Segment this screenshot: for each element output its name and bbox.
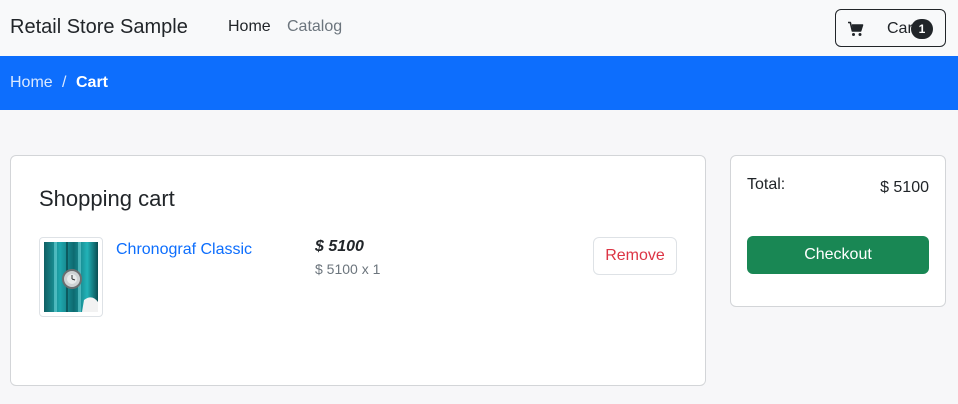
- cart-count-badge: 1: [911, 19, 933, 39]
- remove-item-button[interactable]: Remove: [593, 237, 677, 275]
- breadcrumb-separator: /: [62, 74, 67, 91]
- item-price-detail: $ 5100 x 1: [315, 261, 381, 277]
- nav-catalog-link[interactable]: Catalog: [287, 18, 342, 36]
- brand-title[interactable]: Retail Store Sample: [10, 16, 188, 39]
- breadcrumb-current: Cart: [76, 74, 109, 91]
- nav-home-link[interactable]: Home: [228, 18, 271, 36]
- checkout-button[interactable]: Checkout: [747, 236, 929, 274]
- cart-button[interactable]: Cart 1: [835, 9, 946, 47]
- watch-product-image: [44, 242, 98, 312]
- shopping-cart-icon: [848, 21, 864, 36]
- total-label: Total:: [747, 176, 786, 193]
- product-thumbnail[interactable]: [39, 237, 103, 317]
- product-name-link[interactable]: Chronograf Classic: [116, 241, 252, 259]
- top-navbar: Retail Store Sample Home Catalog Cart 1: [0, 0, 958, 56]
- total-value: $ 5100: [880, 179, 929, 196]
- breadcrumb-home-link[interactable]: Home: [10, 74, 53, 92]
- item-price: $ 5100: [315, 238, 364, 255]
- order-summary-card: Total: $ 5100 Checkout: [730, 155, 946, 307]
- shopping-cart-card: Shopping cart Chronograf Classic $ 5100 …: [10, 155, 706, 386]
- breadcrumb: Home / Cart: [0, 56, 958, 110]
- page-title: Shopping cart: [39, 186, 175, 211]
